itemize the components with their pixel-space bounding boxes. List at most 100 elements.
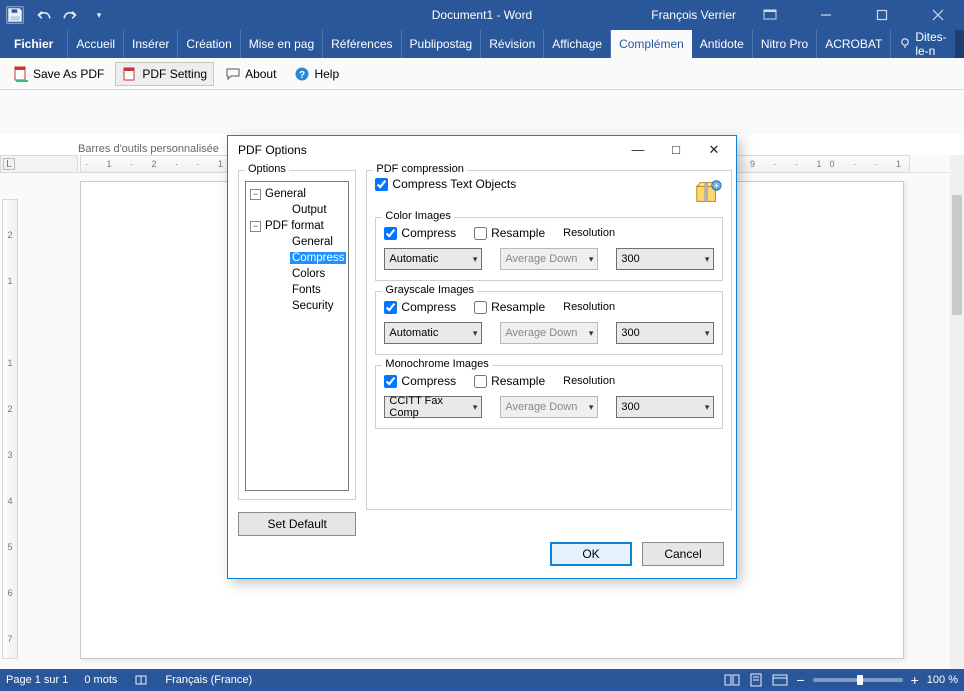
gray-resample-checkbox[interactable]: Resample xyxy=(474,300,545,314)
gray-compress-label: Compress xyxy=(401,300,456,314)
tree-pdf-format[interactable]: PDF format xyxy=(263,220,326,232)
compress-text-checkbox[interactable]: Compress Text Objects xyxy=(375,177,516,191)
tab-publipostage[interactable]: Publipostag xyxy=(402,30,482,58)
gray-resample-input[interactable] xyxy=(474,301,487,314)
gray-resolution-label: Resolution xyxy=(563,301,615,313)
tab-references[interactable]: Références xyxy=(323,30,401,58)
zoom-in-button[interactable]: + xyxy=(911,672,919,688)
chevron-down-icon: ▾ xyxy=(473,402,478,413)
color-images-group: Color Images Compress Resample Resolutio… xyxy=(375,217,723,281)
grayscale-images-legend: Grayscale Images xyxy=(382,284,477,296)
tab-selector-icon[interactable]: L xyxy=(3,158,15,170)
gray-resample-label: Resample xyxy=(491,300,545,314)
ruler-tick: 5 xyxy=(7,542,12,552)
pdf-setting-button[interactable]: PDF Setting xyxy=(115,62,214,86)
tab-complements[interactable]: Complémen xyxy=(611,30,692,58)
dialog-minimize-icon[interactable]: — xyxy=(630,142,646,158)
document-title: Document1 - Word xyxy=(0,8,964,22)
cancel-button[interactable]: Cancel xyxy=(642,542,724,566)
chevron-down-icon: ▾ xyxy=(705,254,710,265)
tab-accueil[interactable]: Accueil xyxy=(68,30,124,58)
tree-fonts[interactable]: Fonts xyxy=(290,284,323,296)
tree-output[interactable]: Output xyxy=(290,204,329,216)
scrollbar-thumb[interactable] xyxy=(952,195,962,315)
color-compress-input[interactable] xyxy=(384,227,397,240)
ruler-tick: 1 xyxy=(7,276,12,286)
zoom-slider[interactable] xyxy=(813,678,903,682)
ok-button[interactable]: OK xyxy=(550,542,632,566)
zoom-level[interactable]: 100 % xyxy=(927,674,958,686)
tab-acrobat[interactable]: ACROBAT xyxy=(817,30,891,58)
read-mode-icon[interactable] xyxy=(724,672,740,688)
vertical-ruler[interactable]: 2112345678910 xyxy=(0,173,20,669)
mono-resolution-value: 300 xyxy=(621,401,639,413)
dialog-close-icon[interactable]: ✕ xyxy=(706,142,722,158)
mono-resample-checkbox[interactable]: Resample xyxy=(474,374,545,388)
chevron-down-icon: ▾ xyxy=(705,402,710,413)
help-button[interactable]: ? Help xyxy=(287,62,346,86)
tab-affichage[interactable]: Affichage xyxy=(544,30,611,58)
addin-toolbar: Save As PDF PDF Setting About ? Help xyxy=(0,58,964,90)
color-resample-input[interactable] xyxy=(474,227,487,240)
mono-method-combo[interactable]: CCITT Fax Comp▾ xyxy=(384,396,482,418)
gray-compress-checkbox[interactable]: Compress xyxy=(384,300,456,314)
tab-file[interactable]: Fichier xyxy=(0,30,68,58)
zoom-out-button[interactable]: − xyxy=(796,672,804,688)
color-resolution-value: 300 xyxy=(621,253,639,265)
about-label: About xyxy=(245,67,276,81)
chevron-down-icon: ▾ xyxy=(705,328,710,339)
mono-compress-checkbox[interactable]: Compress xyxy=(384,374,456,388)
mono-resolution-combo[interactable]: 300 ▾ xyxy=(616,396,714,418)
color-resolution-combo[interactable]: 300 ▾ xyxy=(616,248,714,270)
tab-mise-en-page[interactable]: Mise en pag xyxy=(241,30,323,58)
mono-compress-input[interactable] xyxy=(384,375,397,388)
set-default-button[interactable]: Set Default xyxy=(238,512,356,536)
dialog-titlebar[interactable]: PDF Options — □ ✕ xyxy=(228,136,736,164)
color-resample-checkbox[interactable]: Resample xyxy=(474,226,545,240)
color-method-combo[interactable]: Automatic▾ xyxy=(384,248,482,270)
compress-text-input[interactable] xyxy=(375,178,388,191)
options-group-label: Options xyxy=(245,163,289,175)
gray-resolution-combo[interactable]: 300▾ xyxy=(616,322,714,344)
speech-icon xyxy=(225,66,241,82)
ruler-tick: 2 xyxy=(7,404,12,414)
color-compress-checkbox[interactable]: Compress xyxy=(384,226,456,240)
tab-revision[interactable]: Révision xyxy=(481,30,544,58)
ribbon-tabs: Fichier Accueil Insérer Création Mise en… xyxy=(0,30,964,58)
status-spellcheck[interactable] xyxy=(133,672,149,688)
mono-compress-label: Compress xyxy=(401,374,456,388)
gray-compress-input[interactable] xyxy=(384,301,397,314)
tree-pdf-general[interactable]: General xyxy=(290,236,335,248)
tree-compress[interactable]: Compress xyxy=(290,252,346,264)
options-tree[interactable]: −General Output −PDF format General Comp… xyxy=(245,181,349,491)
vertical-scrollbar[interactable] xyxy=(950,155,964,669)
tree-security[interactable]: Security xyxy=(290,300,336,312)
save-as-pdf-button[interactable]: Save As PDF xyxy=(6,62,111,86)
status-page[interactable]: Page 1 sur 1 xyxy=(6,674,68,686)
status-words[interactable]: 0 mots xyxy=(84,674,117,686)
tab-nitropro[interactable]: Nitro Pro xyxy=(753,30,817,58)
tab-inserer[interactable]: Insérer xyxy=(124,30,178,58)
gray-method-value: Automatic xyxy=(389,327,438,339)
mono-resample-method-combo: Average Down▾ xyxy=(500,396,598,418)
collapse-icon[interactable]: − xyxy=(250,221,261,232)
print-layout-icon[interactable] xyxy=(748,672,764,688)
tree-general[interactable]: General xyxy=(263,188,308,200)
web-layout-icon[interactable] xyxy=(772,672,788,688)
book-icon xyxy=(133,672,149,688)
mono-method-value: CCITT Fax Comp xyxy=(389,395,472,419)
status-language[interactable]: Français (France) xyxy=(165,674,252,686)
chevron-down-icon: ▾ xyxy=(473,254,478,265)
tab-antidote[interactable]: Antidote xyxy=(692,30,753,58)
tell-me[interactable]: Dites-le-n xyxy=(891,30,954,58)
chevron-down-icon: ▾ xyxy=(589,402,594,413)
about-button[interactable]: About xyxy=(218,62,283,86)
gray-resample-method-combo: Average Down▾ xyxy=(500,322,598,344)
tab-creation[interactable]: Création xyxy=(178,30,240,58)
gray-method-combo[interactable]: Automatic▾ xyxy=(384,322,482,344)
tree-colors[interactable]: Colors xyxy=(290,268,327,280)
share-button[interactable]: Partager xyxy=(955,30,964,58)
mono-resample-input[interactable] xyxy=(474,375,487,388)
dialog-maximize-icon[interactable]: □ xyxy=(668,142,684,158)
collapse-icon[interactable]: − xyxy=(250,189,261,200)
